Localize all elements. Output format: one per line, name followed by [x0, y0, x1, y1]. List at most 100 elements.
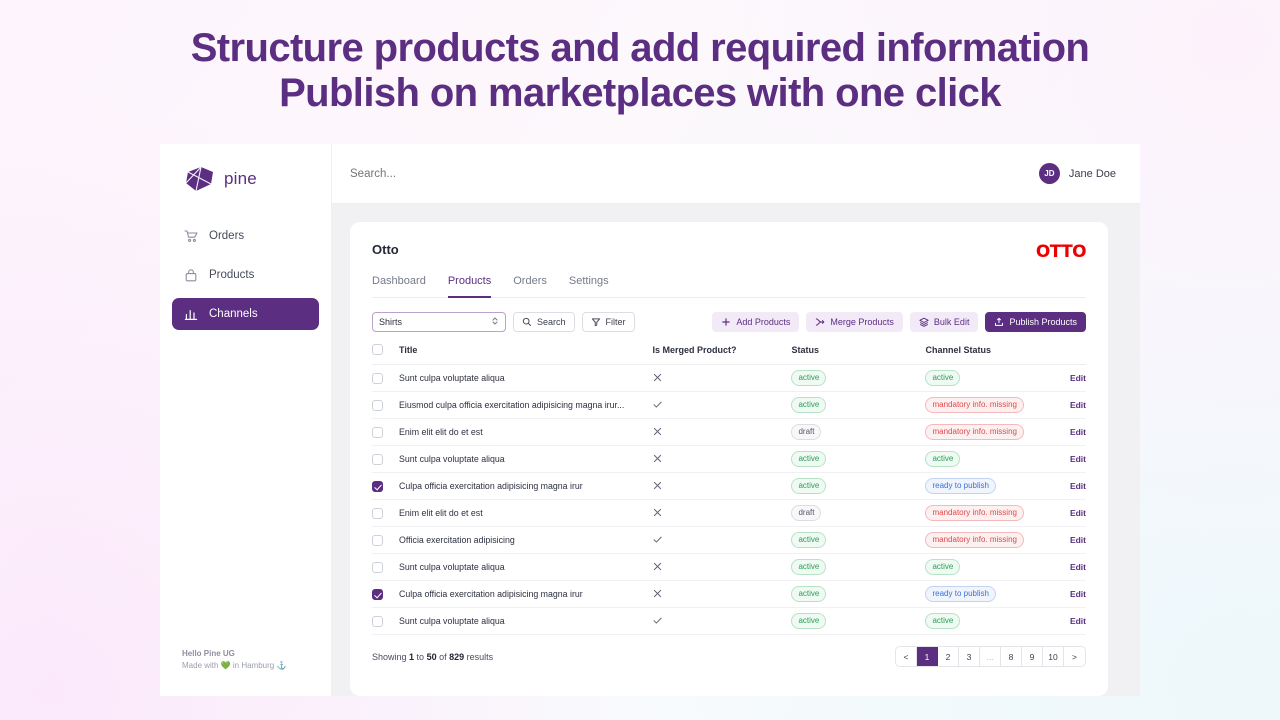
- edit-link[interactable]: Edit: [1070, 400, 1086, 410]
- select-all-checkbox[interactable]: [372, 344, 383, 355]
- showing-to: 50: [427, 652, 437, 662]
- sidebar-item-orders[interactable]: Orders: [172, 220, 319, 252]
- channel-status-badge: active: [925, 613, 960, 629]
- edit-link[interactable]: Edit: [1070, 508, 1086, 518]
- pagination-page[interactable]: 3: [959, 647, 980, 666]
- sidebar-item-channels[interactable]: Channels: [172, 298, 319, 330]
- bulk-edit-button[interactable]: Bulk Edit: [910, 312, 979, 332]
- edit-link[interactable]: Edit: [1070, 616, 1086, 626]
- cross-icon: [652, 480, 663, 491]
- pagination-next[interactable]: >: [1064, 647, 1085, 666]
- row-status: draft: [791, 500, 925, 527]
- sidebar-item-products[interactable]: Products: [172, 259, 319, 291]
- table-row: Culpa officia exercitation adipisicing m…: [372, 581, 1086, 608]
- otto-logo-icon: OTTO: [1036, 242, 1086, 262]
- publish-products-button[interactable]: Publish Products: [985, 312, 1086, 332]
- pagination-page[interactable]: 8: [1001, 647, 1022, 666]
- row-checkbox[interactable]: [372, 373, 383, 384]
- row-status: active: [791, 473, 925, 500]
- search-button-label: Search: [537, 317, 566, 327]
- row-select-cell: [372, 581, 399, 608]
- row-status: active: [791, 608, 925, 635]
- edit-link[interactable]: Edit: [1070, 427, 1086, 437]
- edit-link[interactable]: Edit: [1070, 454, 1086, 464]
- pagination: <123...8910>: [895, 646, 1086, 667]
- table-row: Enim elit elit do et estdraftmandatory i…: [372, 500, 1086, 527]
- row-checkbox[interactable]: [372, 481, 383, 492]
- pagination-prev[interactable]: <: [896, 647, 917, 666]
- tab-orders[interactable]: Orders: [513, 275, 547, 298]
- search-icon: [522, 317, 532, 327]
- edit-link[interactable]: Edit: [1070, 373, 1086, 383]
- brand-name: pine: [224, 169, 257, 189]
- search-button[interactable]: Search: [513, 312, 575, 332]
- row-checkbox[interactable]: [372, 454, 383, 465]
- sidebar-nav: Orders Products Channels: [160, 220, 331, 330]
- showing-prefix: Showing: [372, 652, 409, 662]
- row-channel-status: mandatory info. missing: [925, 419, 1069, 446]
- bulk-edit-label: Bulk Edit: [934, 317, 970, 327]
- showing-of: of: [437, 652, 450, 662]
- row-checkbox[interactable]: [372, 427, 383, 438]
- table-footer: Showing 1 to 50 of 829 results <123...89…: [372, 646, 1086, 667]
- sidebar-footer: Hello Pine UG Made with 💚 in Hamburg ⚓: [182, 649, 286, 670]
- edit-link[interactable]: Edit: [1070, 562, 1086, 572]
- edit-link[interactable]: Edit: [1070, 481, 1086, 491]
- column-header-is-merged: Is Merged Product?: [652, 344, 791, 365]
- channel-status-badge: ready to publish: [925, 478, 995, 494]
- row-select-cell: [372, 365, 399, 392]
- column-header-status: Status: [791, 344, 925, 365]
- row-is-merged: [652, 419, 791, 446]
- tab-products[interactable]: Products: [448, 275, 491, 298]
- filter-button[interactable]: Filter: [582, 312, 635, 332]
- chevron-updown-icon: [491, 315, 499, 329]
- cross-icon: [652, 561, 663, 572]
- pagination-page[interactable]: 1: [917, 647, 938, 666]
- category-select-value: Shirts: [379, 317, 402, 327]
- pagination-page[interactable]: 2: [938, 647, 959, 666]
- row-actions: Edit: [1070, 527, 1086, 554]
- user-menu[interactable]: JD Jane Doe: [1039, 163, 1116, 184]
- merge-icon: [815, 317, 825, 327]
- status-badge: active: [791, 532, 826, 548]
- row-actions: Edit: [1070, 419, 1086, 446]
- edit-link[interactable]: Edit: [1070, 535, 1086, 545]
- row-select-cell: [372, 500, 399, 527]
- filter-button-label: Filter: [606, 317, 626, 327]
- table-row: Culpa officia exercitation adipisicing m…: [372, 473, 1086, 500]
- pagination-page[interactable]: 10: [1043, 647, 1064, 666]
- row-status: draft: [791, 419, 925, 446]
- row-channel-status: mandatory info. missing: [925, 527, 1069, 554]
- row-actions: Edit: [1070, 446, 1086, 473]
- row-title: Enim elit elit do et est: [399, 419, 652, 446]
- pagination-page[interactable]: 9: [1022, 647, 1043, 666]
- row-checkbox[interactable]: [372, 562, 383, 573]
- category-select[interactable]: Shirts: [372, 312, 506, 332]
- status-badge: active: [791, 586, 826, 602]
- tab-bar: Dashboard Products Orders Settings: [372, 275, 1086, 298]
- tab-dashboard[interactable]: Dashboard: [372, 275, 426, 298]
- row-channel-status: active: [925, 365, 1069, 392]
- edit-link[interactable]: Edit: [1070, 589, 1086, 599]
- row-checkbox[interactable]: [372, 400, 383, 411]
- row-actions: Edit: [1070, 500, 1086, 527]
- row-actions: Edit: [1070, 392, 1086, 419]
- showing-mid: to: [414, 652, 427, 662]
- row-actions: Edit: [1070, 473, 1086, 500]
- row-checkbox[interactable]: [372, 589, 383, 600]
- row-title: Enim elit elit do et est: [399, 500, 652, 527]
- row-title: Sunt culpa voluptate aliqua: [399, 365, 652, 392]
- sidebar: pine Orders Products: [160, 144, 332, 696]
- bag-icon: [184, 268, 198, 282]
- cross-icon: [652, 588, 663, 599]
- merge-products-button[interactable]: Merge Products: [806, 312, 903, 332]
- add-products-button[interactable]: Add Products: [712, 312, 799, 332]
- row-status: active: [791, 392, 925, 419]
- row-checkbox[interactable]: [372, 616, 383, 627]
- search-input[interactable]: [350, 168, 1039, 180]
- row-is-merged: [652, 473, 791, 500]
- row-checkbox[interactable]: [372, 535, 383, 546]
- tab-settings[interactable]: Settings: [569, 275, 609, 298]
- status-badge: active: [791, 613, 826, 629]
- row-checkbox[interactable]: [372, 508, 383, 519]
